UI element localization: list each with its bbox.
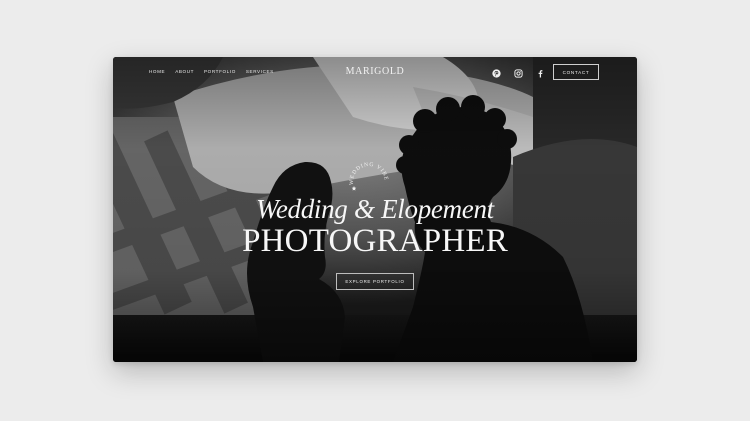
instagram-icon[interactable] — [513, 68, 523, 78]
facebook-icon[interactable] — [535, 68, 545, 78]
social-links — [491, 68, 545, 78]
badge-text: WEDDING VIBES — [345, 156, 388, 185]
hero-script-heading: Wedding & Elopement — [256, 194, 494, 224]
pinterest-icon[interactable] — [491, 68, 501, 78]
explore-portfolio-button[interactable]: EXPLORE PORTFOLIO — [336, 273, 414, 290]
top-navigation: HOME ABOUT PORTFOLIO SERVICES MARIGOLD C… — [113, 57, 637, 89]
svg-text:WEDDING VIBES: WEDDING VIBES — [345, 156, 389, 185]
star-icon — [351, 186, 357, 191]
website-window: HOME ABOUT PORTFOLIO SERVICES MARIGOLD C… — [113, 57, 637, 362]
contact-button[interactable]: CONTACT — [553, 64, 599, 80]
hero-title: PHOTOGRAPHER — [242, 223, 508, 259]
